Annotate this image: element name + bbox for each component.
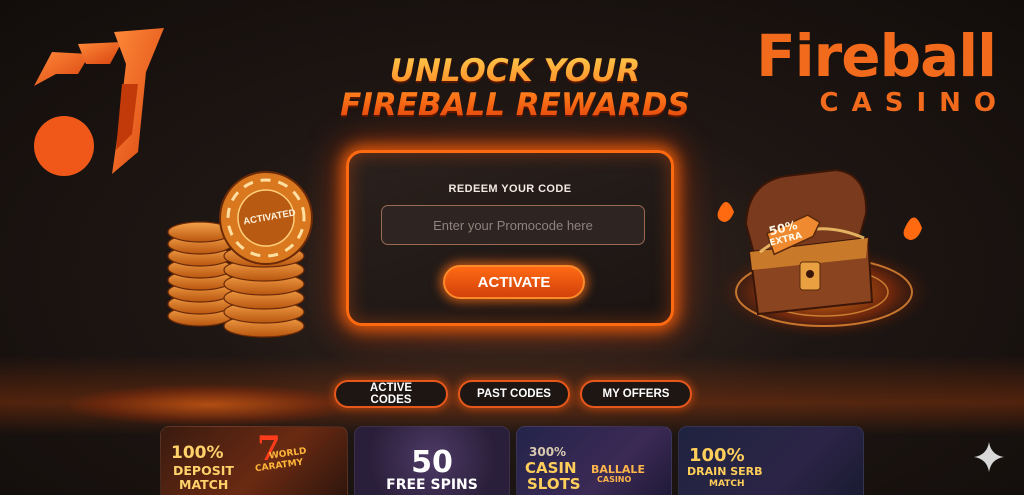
offer-card-casino-slots[interactable]: 300% CASIN SLOTS BALLALE CASINO xyxy=(516,426,672,495)
offer-card-detail: MATCH xyxy=(709,479,745,489)
offer-card-subtitle: DRAIN SERB xyxy=(687,465,763,478)
offer-card-title: 100% xyxy=(689,445,745,466)
offer-card-detail: SLOTS xyxy=(527,475,581,493)
promocode-input[interactable] xyxy=(381,205,645,245)
brand-subtitle: CASINO xyxy=(819,88,1009,118)
tab-my-offers[interactable]: MY OFFERS xyxy=(580,380,692,408)
offer-card-detail: MATCH xyxy=(179,477,229,492)
tab-active-codes[interactable]: ACTIVE CODES xyxy=(334,380,448,408)
offer-card-deposit-match[interactable]: 7 100% DEPOSIT MATCH WORLD CARATMY xyxy=(160,426,348,495)
offer-card-art-text: CASINO xyxy=(597,475,632,484)
page-headline: UNLOCK YOUR FIREBALL REWARDS xyxy=(330,54,700,122)
redeem-panel: REDEEM YOUR CODE ACTIVATE xyxy=(346,150,674,326)
offer-card-title: 300% xyxy=(529,445,567,459)
brand-name: Fireball xyxy=(756,22,997,90)
fireball-logo-icon xyxy=(34,28,164,176)
headline-line-2: FIREBALL REWARDS xyxy=(340,87,690,123)
offer-card-title: 50 xyxy=(411,445,453,480)
tab-past-codes[interactable]: PAST CODES xyxy=(458,380,570,408)
offer-card-drain-match[interactable]: 100% DRAIN SERB MATCH xyxy=(678,426,864,495)
brand-logo: Fireball CASINO xyxy=(756,22,997,118)
offer-card-free-spins[interactable]: 50 FREE SPINS xyxy=(354,426,510,495)
offer-card-subtitle: DEPOSIT xyxy=(173,463,234,478)
redeem-label: REDEEM YOUR CODE xyxy=(448,183,572,195)
activate-button[interactable]: ACTIVATE xyxy=(443,265,585,299)
offer-card-subtitle: FREE SPINS xyxy=(386,477,478,493)
treasure-chest-illustration xyxy=(712,168,936,340)
poker-chips-illustration xyxy=(167,171,313,338)
lava-glow xyxy=(70,385,350,425)
sparkle-icon xyxy=(974,442,1004,472)
offer-card-title: 100% xyxy=(171,443,224,463)
code-tabs: ACTIVE CODES PAST CODES MY OFFERS xyxy=(334,380,692,408)
headline-line-1: UNLOCK YOUR xyxy=(389,53,641,89)
